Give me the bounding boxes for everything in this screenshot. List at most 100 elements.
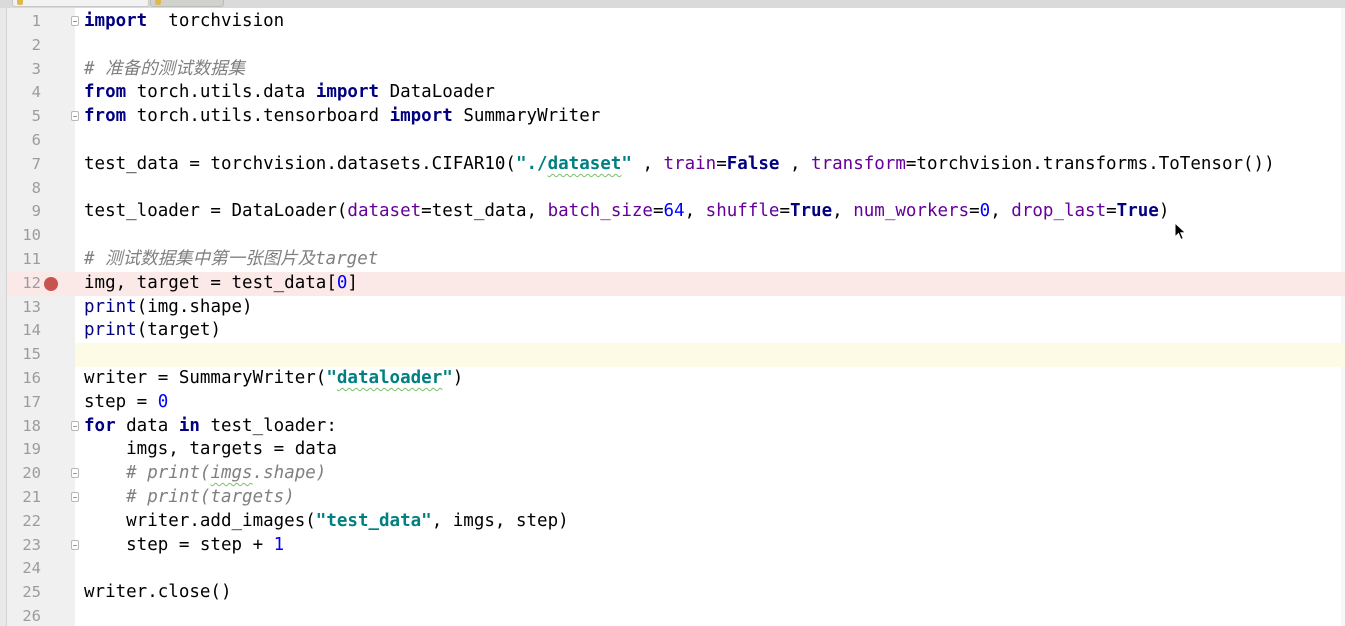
gutter-cell[interactable]: 19 [7,438,75,462]
gutter-cell[interactable]: 5 [7,105,79,129]
code-text[interactable]: print(target) [75,319,1345,343]
gutter-cell[interactable]: 1 [7,10,79,34]
code-text[interactable]: # print(imgs.shape) [75,462,1345,486]
gutter-cell[interactable]: 4 [7,81,75,105]
code-text[interactable] [75,224,1345,248]
code-text[interactable]: writer.close() [75,581,1345,605]
code-line[interactable]: 15 [7,343,1345,367]
code-text[interactable]: step = 0 [75,391,1345,415]
code-text[interactable]: import torchvision [75,10,1345,34]
line-number: 22 [22,511,41,530]
code-token: torch.utils.tensorboard [126,106,390,127]
code-text[interactable] [75,34,1345,58]
code-line[interactable]: 10 [7,224,1345,248]
line-number: 21 [22,487,41,506]
code-line[interactable]: 9 test_loader = DataLoader(dataset=test_d… [7,200,1345,224]
code-text[interactable] [75,343,1345,367]
gutter-cell[interactable]: 25 [7,581,75,605]
code-text[interactable]: test_loader = DataLoader(dataset=test_da… [75,200,1345,224]
code-line[interactable]: 13 print(img.shape) [7,296,1345,320]
code-text[interactable]: img, target = test_data[0] [75,271,1345,296]
code-lines[interactable]: 1 import torchvision 2 3 # 准备的测试数据集 4 from tor… [7,10,1345,626]
code-line[interactable]: 21 # print(targets) [7,486,1345,510]
code-line[interactable]: 14 print(target) [7,319,1345,343]
code-token: = [969,201,980,222]
gutter-cell[interactable]: 11 [7,248,75,272]
editor-tab-active[interactable] [12,0,149,7]
code-line[interactable]: 3 # 准备的测试数据集 [7,58,1345,82]
code-text[interactable]: # 测试数据集中第一张图片及target [75,248,1345,272]
editor-tab-inactive[interactable] [150,0,224,7]
code-token: , imgs, step) [431,510,569,531]
code-text[interactable]: step = step + 1 [75,534,1345,558]
gutter-cell[interactable]: 13 [7,296,75,320]
code-line[interactable]: 23 step = step + 1 [7,534,1345,558]
code-line[interactable]: 7 test_data = torchvision.datasets.CIFAR1… [7,153,1345,177]
gutter-cell[interactable]: 14 [7,319,75,343]
code-text[interactable]: writer.add_images("test_data", imgs, ste… [75,510,1345,534]
code-line[interactable]: 17 step = 0 [7,391,1345,415]
gutter-cell[interactable]: 8 [7,177,75,201]
code-text[interactable] [75,605,1345,626]
code-line[interactable]: 19 imgs, targets = data [7,438,1345,462]
line-number: 20 [22,464,41,483]
line-number: 6 [31,130,41,149]
code-line[interactable]: 24 [7,557,1345,581]
gutter-cell[interactable]: 15 [7,343,75,367]
gutter-cell[interactable]: 3 [7,58,75,82]
line-number: 2 [31,35,41,54]
code-token: from [84,106,127,127]
code-line[interactable]: 16 writer = SummaryWriter("dataloader") [7,367,1345,391]
code-token: from [84,82,127,103]
code-line[interactable]: 26 [7,605,1345,626]
code-text[interactable]: # print(targets) [75,486,1345,510]
gutter-cell[interactable]: 12 [7,271,75,296]
gutter-cell[interactable]: 22 [7,510,75,534]
gutter-cell[interactable]: 20 [7,462,79,486]
gutter-cell[interactable]: 21 [7,486,79,510]
code-line[interactable]: 20 # print(imgs.shape) [7,462,1345,486]
code-line[interactable]: 12 img, target = test_data[0] [7,271,1345,296]
gutter-cell[interactable]: 16 [7,367,75,391]
line-number: 3 [31,59,41,78]
code-line[interactable]: 8 [7,177,1345,201]
gutter-cell[interactable]: 2 [7,34,75,58]
gutter-cell[interactable]: 9 [7,200,75,224]
code-text[interactable]: from torch.utils.tensorboard import Summ… [75,105,1345,129]
code-token: SummaryWriter [452,106,601,127]
line-number: 9 [31,202,41,221]
gutter-cell[interactable]: 10 [7,224,75,248]
code-token: "./ [515,153,548,174]
code-text[interactable]: # 准备的测试数据集 [75,58,1345,82]
code-line[interactable]: 1 import torchvision [7,10,1345,34]
breakpoint-icon[interactable] [44,276,58,291]
gutter-cell[interactable]: 18 [7,415,79,439]
gutter-cell[interactable]: 7 [7,153,75,177]
code-text[interactable] [75,177,1345,201]
code-line[interactable]: 22 writer.add_images("test_data", imgs, … [7,510,1345,534]
code-line[interactable]: 25 writer.close() [7,581,1345,605]
code-text[interactable]: for data in test_loader: [75,415,1345,439]
code-text[interactable]: from torch.utils.data import DataLoader [75,81,1345,105]
code-text[interactable]: imgs, targets = data [75,438,1345,462]
gutter-cell[interactable]: 17 [7,391,75,415]
code-text[interactable]: print(img.shape) [75,296,1345,320]
code-token: batch_size [547,201,653,222]
code-line[interactable]: 18 for data in test_loader: [7,415,1345,439]
code-token: for [84,415,116,436]
gutter-cell[interactable]: 6 [7,129,75,153]
code-line[interactable]: 11 # 测试数据集中第一张图片及target [7,248,1345,272]
gutter-cell[interactable]: 26 [7,605,75,626]
code-text[interactable]: test_data = torchvision.datasets.CIFAR10… [75,153,1345,177]
code-token: 0 [157,391,169,412]
gutter-cell[interactable]: 23 [7,534,79,558]
code-line[interactable]: 5 from torch.utils.tensorboard import Sum… [7,105,1345,129]
code-line[interactable]: 4 from torch.utils.data import DataLoader [7,81,1345,105]
code-text[interactable] [75,557,1345,581]
code-line[interactable]: 6 [7,129,1345,153]
code-text[interactable]: writer = SummaryWriter("dataloader") [75,367,1345,391]
code-token: writer = SummaryWriter( [84,367,327,388]
gutter-cell[interactable]: 24 [7,557,75,581]
code-text[interactable] [75,129,1345,153]
code-line[interactable]: 2 [7,34,1345,58]
